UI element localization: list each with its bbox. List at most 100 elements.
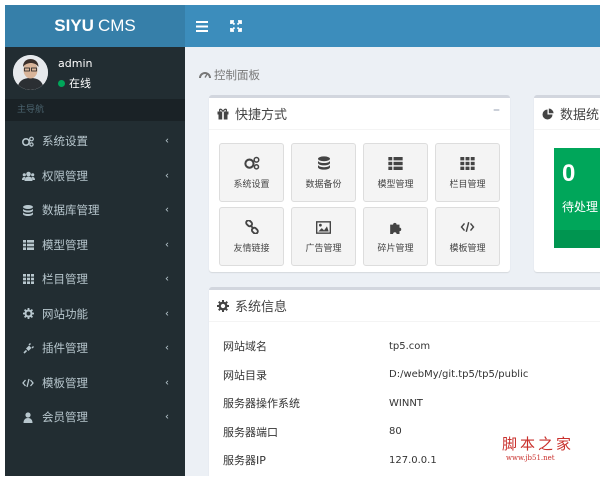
sidebar-item-label: 网站功能 [42, 306, 88, 321]
info-value: 80 [389, 426, 402, 438]
sidebar-item-columns[interactable]: 栏目管理 ‹ [5, 262, 185, 297]
sidebar-item-plugins[interactable]: 插件管理 ‹ [5, 331, 185, 366]
gift-icon [217, 108, 229, 120]
tile-system-settings[interactable]: 系统设置 [219, 143, 284, 202]
collapse-button[interactable]: – [493, 102, 500, 118]
list-icon [19, 239, 37, 250]
user-icon [19, 412, 37, 423]
image-icon [316, 219, 331, 235]
pending-label: 待处理 [562, 200, 599, 214]
chevron-left-icon: ‹ [165, 239, 169, 251]
tile-label: 碎片管理 [377, 244, 414, 254]
bars-icon [196, 20, 208, 32]
tile-label: 友情链接 [233, 244, 270, 254]
sidebar-item-label: 模型管理 [42, 237, 88, 252]
user-photo-icon [13, 55, 48, 90]
stats-title: 数据统 [560, 108, 600, 123]
stats-header: 数据统 [534, 98, 600, 130]
info-key: 网站域名 [223, 340, 267, 354]
tile-data-backup[interactable]: 数据备份 [291, 143, 356, 202]
sidebar-item-members[interactable]: 会员管理 ‹ [5, 400, 185, 435]
top-navbar [185, 5, 600, 47]
info-value: 127.0.0.1 [389, 454, 437, 466]
plug-icon [19, 342, 37, 354]
tile-label: 系统设置 [233, 180, 270, 190]
system-info-header: 系统信息 [209, 290, 600, 322]
stats-box: 数据统 0 待处理 [534, 95, 600, 272]
tile-template-management[interactable]: 模板管理 [435, 207, 500, 266]
dashboard-icon [199, 69, 211, 82]
chevron-left-icon: ‹ [165, 377, 169, 389]
online-dot-icon [58, 79, 65, 87]
expand-icon [230, 20, 242, 32]
sidebar-item-system-settings[interactable]: 系统设置 ‹ [5, 124, 185, 159]
sidebar: admin 在线 主导航 系统设置 ‹ 权限管理 ‹ 数据库管理 ‹ 模型管理 … [5, 47, 185, 476]
info-key: 服务器IP [223, 454, 266, 468]
brand-logo[interactable]: SIYU CMS [5, 5, 185, 47]
user-status: 在线 [58, 75, 91, 91]
link-icon [244, 219, 259, 235]
shortcuts-title: 快捷方式 [235, 108, 288, 123]
gear-icon [19, 308, 37, 320]
sidebar-item-label: 插件管理 [42, 341, 88, 356]
chevron-left-icon: ‹ [165, 204, 169, 216]
grid-icon [460, 155, 475, 171]
table-row: 服务器操作系统 WINNT [223, 389, 600, 418]
sidebar-item-label: 模板管理 [42, 375, 88, 390]
chevron-left-icon: ‹ [165, 170, 169, 182]
shortcuts-header: 快捷方式 [209, 98, 510, 130]
tile-ad-management[interactable]: 广告管理 [291, 207, 356, 266]
sidebar-item-label: 数据库管理 [42, 203, 100, 218]
users-icon [19, 171, 37, 181]
avatar[interactable] [13, 55, 48, 90]
table-row: 网站目录 D:/webMy/git.tp5/tp5/public [223, 361, 600, 390]
database-icon [19, 204, 37, 216]
fullscreen-button[interactable] [219, 5, 253, 47]
cogs-icon [243, 155, 260, 171]
tile-fragment-management[interactable]: 碎片管理 [363, 207, 428, 266]
pending-footer-link[interactable] [554, 230, 600, 248]
tile-friend-links[interactable]: 友情链接 [219, 207, 284, 266]
info-value: WINNT [389, 397, 423, 409]
puzzle-icon [389, 219, 403, 235]
shortcuts-box: 快捷方式 – 系统设置 数据备份 模型管理 栏目管理 友情链接 广告管理 碎片管… [209, 95, 510, 272]
tile-column-management[interactable]: 栏目管理 [435, 143, 500, 202]
nav-header: 主导航 [5, 99, 185, 121]
table-row: 网站域名 tp5.com [223, 332, 600, 361]
cogs-icon [19, 136, 37, 147]
brand-bold: SIYU [54, 16, 94, 35]
tile-model-management[interactable]: 模型管理 [363, 143, 428, 202]
tile-label: 模型管理 [377, 180, 414, 190]
main-content: 控制面板 快捷方式 – 系统设置 数据备份 模型管理 栏目管理 友情链接 广告管… [185, 47, 600, 476]
chevron-left-icon: ‹ [165, 342, 169, 354]
tile-label: 广告管理 [305, 244, 342, 254]
sidebar-item-label: 会员管理 [42, 410, 88, 425]
code-icon [460, 219, 475, 235]
info-key: 服务器端口 [223, 425, 278, 439]
code-icon [19, 378, 37, 388]
tile-label: 模板管理 [449, 244, 486, 254]
breadcrumb-label[interactable]: 控制面板 [214, 67, 260, 83]
admin-window: SIYU CMS admin 在线 主导航 系统设置 ‹ 权限管理 ‹ 数据库管… [5, 5, 600, 476]
sidebar-item-database[interactable]: 数据库管理 ‹ [5, 193, 185, 228]
watermark-url: www.jb51.net [506, 454, 555, 462]
grid-icon [19, 274, 37, 285]
sidebar-item-permissions[interactable]: 权限管理 ‹ [5, 159, 185, 194]
sidebar-item-templates[interactable]: 模板管理 ‹ [5, 366, 185, 401]
list-icon [388, 155, 403, 171]
shortcut-tiles: 系统设置 数据备份 模型管理 栏目管理 友情链接 广告管理 碎片管理 模板管理 [219, 143, 501, 266]
user-status-label: 在线 [69, 77, 91, 90]
pie-chart-icon [542, 108, 554, 120]
tile-label: 数据备份 [305, 180, 342, 190]
sidebar-item-site-features[interactable]: 网站功能 ‹ [5, 297, 185, 332]
watermark: 脚本之家 www.jb51.net [502, 433, 574, 462]
breadcrumb: 控制面板 [199, 67, 260, 83]
chevron-left-icon: ‹ [165, 273, 169, 285]
pending-count: 0 [562, 160, 576, 187]
info-value: D:/webMy/git.tp5/tp5/public [389, 369, 529, 381]
sidebar-item-models[interactable]: 模型管理 ‹ [5, 228, 185, 263]
sidebar-item-label: 栏目管理 [42, 272, 88, 287]
pending-stat-card[interactable]: 0 待处理 [554, 148, 600, 248]
user-panel: admin 在线 [5, 47, 185, 99]
sidebar-toggle-button[interactable] [185, 5, 219, 47]
